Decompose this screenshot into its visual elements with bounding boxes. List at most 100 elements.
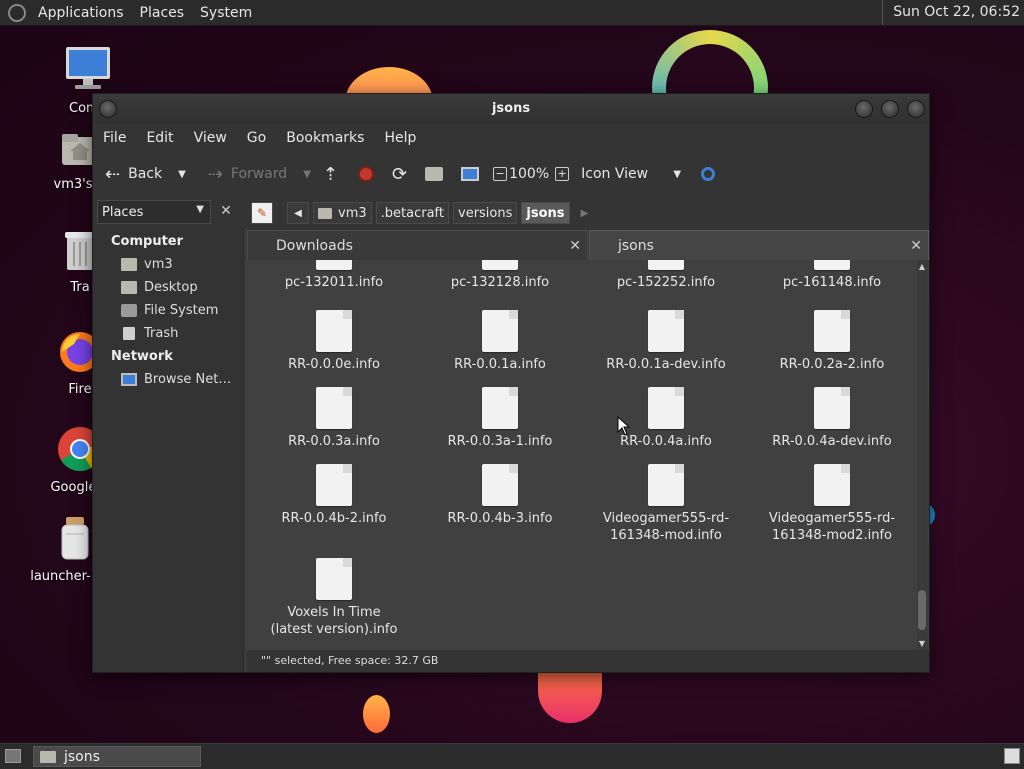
menu-view[interactable]: View bbox=[184, 130, 237, 146]
breadcrumb-versions[interactable]: versions bbox=[453, 202, 518, 224]
sidebar-item-trash[interactable]: Trash bbox=[121, 326, 178, 341]
file-item[interactable]: pc-152252.info bbox=[583, 260, 749, 291]
maximize-button[interactable] bbox=[881, 100, 899, 118]
zoom-level: 100% bbox=[509, 166, 550, 182]
mouse-cursor-icon bbox=[617, 416, 631, 436]
file-item[interactable]: Videogamer555-rd-161348-mod.info bbox=[583, 464, 749, 544]
sidebar-item-browse-network[interactable]: Browse Net… bbox=[121, 372, 231, 387]
search-button[interactable] bbox=[695, 159, 721, 189]
sidebar-item-desktop[interactable]: Desktop bbox=[121, 280, 198, 295]
file-item[interactable]: RR-0.0.1a-dev.info bbox=[583, 310, 749, 373]
text-file-icon bbox=[814, 464, 850, 506]
trash-icon bbox=[123, 327, 135, 340]
menu-help[interactable]: Help bbox=[374, 130, 426, 146]
file-item[interactable]: RR-0.0.4b-2.info bbox=[251, 464, 417, 527]
file-item[interactable]: pc-132011.info bbox=[251, 260, 417, 291]
close-icon[interactable]: ✕ bbox=[910, 238, 922, 254]
desktop-folder-icon bbox=[121, 281, 137, 294]
zoom-in-icon: + bbox=[555, 167, 570, 181]
workspace-switcher[interactable] bbox=[1004, 748, 1020, 764]
file-item[interactable]: pc-132128.info bbox=[417, 260, 583, 291]
sidebar-item-filesystem[interactable]: File System bbox=[121, 303, 218, 318]
distro-logo-icon[interactable] bbox=[8, 3, 26, 22]
edit-location-button[interactable]: ✎ bbox=[251, 202, 273, 224]
scroll-down-arrow-icon[interactable]: ▼ bbox=[917, 639, 927, 648]
zoom-out-button[interactable]: − bbox=[487, 159, 509, 189]
taskbar-item-jsons[interactable]: jsons bbox=[33, 746, 201, 767]
breadcrumb-right-arrow[interactable]: ▶ bbox=[574, 202, 596, 224]
menu-bookmarks[interactable]: Bookmarks bbox=[276, 130, 374, 146]
places-menu[interactable]: Places bbox=[132, 5, 193, 21]
computer-icon bbox=[66, 47, 110, 89]
menu-file[interactable]: File bbox=[93, 130, 136, 146]
zoom-in-button[interactable]: + bbox=[549, 159, 575, 189]
text-file-icon bbox=[482, 387, 518, 429]
breadcrumb-jsons[interactable]: jsons bbox=[521, 202, 570, 224]
toolbar: ⇠ Back ▼ ⇢ Forward ▼ ⇡ ⟳ − 100% + Icon V… bbox=[93, 152, 929, 197]
computer-small-icon bbox=[461, 167, 480, 181]
top-panel: Applications Places System Sun Oct 22, 0… bbox=[0, 0, 1024, 26]
tab-jsons[interactable]: jsons ✕ bbox=[589, 230, 929, 260]
file-item[interactable]: RR-0.0.0e.info bbox=[251, 310, 417, 373]
forward-button[interactable]: ⇢ Forward ▼ bbox=[202, 159, 317, 189]
home-button[interactable] bbox=[419, 159, 449, 189]
window-title: jsons bbox=[491, 101, 531, 116]
text-file-icon bbox=[648, 464, 684, 506]
file-item[interactable]: RR-0.0.4b-3.info bbox=[417, 464, 583, 527]
network-icon bbox=[121, 373, 137, 386]
up-button[interactable]: ⇡ bbox=[317, 159, 344, 189]
stop-button[interactable] bbox=[352, 159, 380, 189]
clock[interactable]: Sun Oct 22, 06:52 bbox=[882, 0, 1020, 25]
minimize-button[interactable] bbox=[855, 100, 873, 118]
menu-go[interactable]: Go bbox=[237, 130, 276, 146]
file-item[interactable]: Voxels In Time (latest version).info bbox=[251, 558, 417, 638]
folder-icon bbox=[40, 750, 56, 763]
jar-icon bbox=[61, 517, 89, 560]
reload-button[interactable]: ⟳ bbox=[386, 159, 413, 189]
file-icon-view: pc-132011.info pc-132128.info pc-152252.… bbox=[247, 260, 917, 650]
places-sidebar: Computer vm3 Desktop File System Trash N… bbox=[93, 228, 244, 672]
scrollbar-thumb[interactable] bbox=[918, 590, 926, 630]
show-desktop-icon[interactable] bbox=[5, 749, 21, 763]
close-icon[interactable]: ✕ bbox=[569, 238, 581, 254]
computer-button[interactable] bbox=[455, 159, 485, 189]
reload-icon: ⟳ bbox=[392, 163, 408, 185]
breadcrumb-left-arrow[interactable]: ◀ bbox=[287, 202, 309, 224]
breadcrumb-betacraft[interactable]: .betacraft bbox=[375, 202, 449, 224]
system-menu[interactable]: System bbox=[192, 5, 260, 21]
file-item[interactable]: pc-161148.info bbox=[749, 260, 915, 291]
sidebar-item-vm3[interactable]: vm3 bbox=[121, 257, 173, 272]
back-history-dropdown-icon[interactable]: ▼ bbox=[178, 169, 186, 180]
wallpaper-blob bbox=[538, 665, 602, 723]
window-menu-button[interactable] bbox=[99, 100, 117, 118]
file-item[interactable]: RR-0.0.4a-dev.info bbox=[749, 387, 915, 450]
sidebar-pane-select[interactable]: Places ▼ bbox=[97, 200, 211, 224]
file-item[interactable]: RR-0.0.3a-1.info bbox=[417, 387, 583, 450]
file-item[interactable]: RR-0.0.1a.info bbox=[417, 310, 583, 373]
scroll-up-arrow-icon[interactable]: ▲ bbox=[917, 262, 927, 271]
file-item[interactable]: Videogamer555-rd-161348-mod2.info bbox=[749, 464, 915, 544]
file-item[interactable]: RR-0.0.3a.info bbox=[251, 387, 417, 450]
file-manager-window: jsons File Edit View Go Bookmarks Help ⇠… bbox=[92, 93, 930, 673]
text-file-icon bbox=[648, 260, 684, 270]
close-button[interactable] bbox=[907, 100, 925, 118]
menu-edit[interactable]: Edit bbox=[136, 130, 183, 146]
forward-history-dropdown-icon[interactable]: ▼ bbox=[303, 169, 311, 180]
close-sidebar-icon[interactable]: ✕ bbox=[217, 202, 235, 220]
window-titlebar[interactable]: jsons bbox=[93, 94, 929, 124]
breadcrumb-vm3[interactable]: vm3 bbox=[313, 202, 372, 224]
text-file-icon bbox=[648, 387, 684, 429]
status-bar: "" selected, Free space: 32.7 GB bbox=[247, 650, 929, 672]
chevron-down-icon: ▼ bbox=[196, 204, 204, 215]
tab-downloads[interactable]: Downloads ✕ bbox=[247, 230, 588, 260]
view-mode-select[interactable]: Icon View ▼ bbox=[575, 159, 685, 189]
applications-menu[interactable]: Applications bbox=[30, 5, 132, 21]
file-item[interactable]: RR-0.0.2a-2.info bbox=[749, 310, 915, 373]
back-button[interactable]: ⇠ Back ▼ bbox=[93, 159, 192, 189]
file-item[interactable]: RR-0.0.4a.info bbox=[583, 387, 749, 450]
pencil-icon: ✎ bbox=[256, 206, 268, 220]
location-bar-row: Places ▼ ✕ ✎ ◀ vm3 .betacraft versions j… bbox=[93, 196, 929, 228]
sidebar-heading-network: Network bbox=[111, 349, 173, 364]
text-file-icon bbox=[482, 260, 518, 270]
vertical-scrollbar[interactable]: ▲ ▼ bbox=[917, 260, 927, 650]
